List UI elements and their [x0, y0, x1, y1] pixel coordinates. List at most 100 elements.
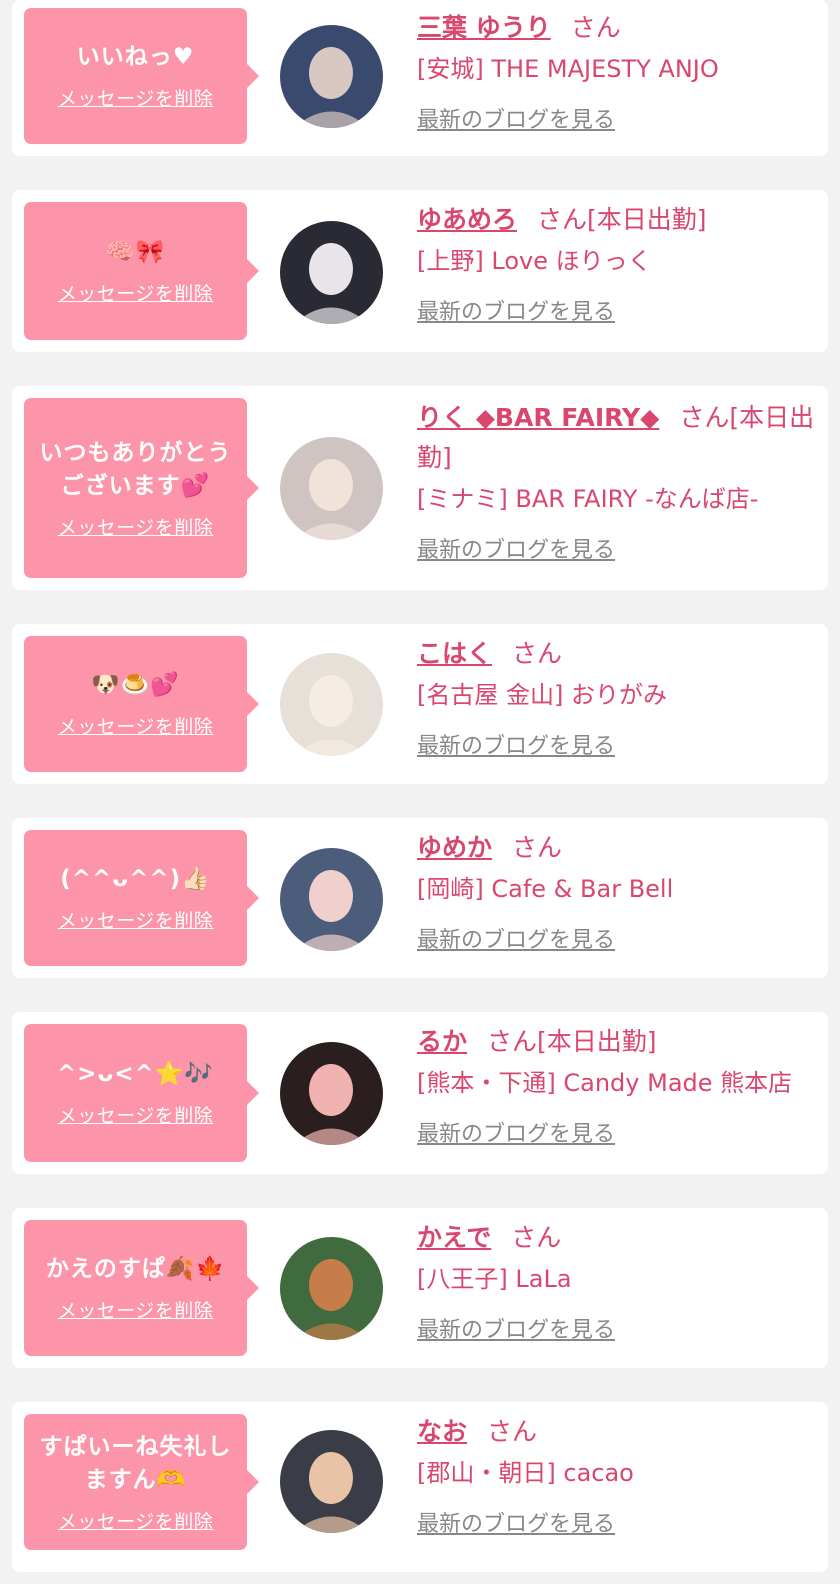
shop-name: cacao: [563, 1459, 634, 1487]
avatar-photo: [280, 25, 383, 128]
delete-message-link[interactable]: メッセージを削除: [58, 1101, 214, 1128]
cast-name-link[interactable]: かえで: [417, 1223, 491, 1252]
latest-blog-link[interactable]: 最新のブログを見る: [417, 922, 615, 954]
name-line: なお さん: [417, 1412, 822, 1452]
latest-blog-link[interactable]: 最新のブログを見る: [417, 1312, 615, 1344]
delete-message-link[interactable]: メッセージを削除: [58, 1296, 214, 1323]
shop-line: [郡山・朝日] cacao: [417, 1456, 822, 1490]
latest-blog-link[interactable]: 最新のブログを見る: [417, 294, 615, 326]
cast-info: ゆめか さん [岡崎] Cafe & Bar Bell 最新のブログを見る: [417, 828, 822, 954]
honorific: さん: [537, 205, 588, 234]
message-text: いいねっ♥: [76, 44, 195, 70]
cast-name-link[interactable]: こはく: [417, 639, 492, 668]
shop-name: BAR FAIRY -なんば店-: [515, 485, 759, 513]
working-today-label: [本日出勤]: [537, 1027, 657, 1056]
message-text: すぱいーね失礼し ますん🫶: [39, 1433, 232, 1493]
honorific: さん: [512, 639, 563, 668]
shop-line: [八王子] LaLa: [417, 1262, 822, 1296]
name-line: りく ◆BAR FAIRY◆ さん[本日出勤]: [417, 398, 822, 478]
area-label: [熊本・下通]: [417, 1069, 556, 1097]
list-item: ^>ᴗ<^⭐🎶 メッセージを削除 るか さん[本日出勤] [熊本・下通] Candy M…: [12, 1012, 828, 1174]
shop-name: LaLa: [515, 1265, 572, 1293]
shop-name: Love ほりっく: [491, 247, 652, 275]
name-line: るか さん[本日出勤]: [417, 1022, 822, 1062]
message-text: かえのすぱ🍂🍁: [45, 1256, 226, 1282]
delete-message-link[interactable]: メッセージを削除: [58, 513, 214, 540]
latest-blog-link[interactable]: 最新のブログを見る: [417, 728, 615, 760]
message-text: 🐶🍮💕: [91, 672, 180, 698]
honorific: さん: [512, 833, 563, 862]
latest-blog-link[interactable]: 最新のブログを見る: [417, 102, 615, 134]
area-label: [岡崎]: [417, 875, 484, 903]
name-line: かえで さん: [417, 1218, 822, 1258]
avatar[interactable]: [280, 848, 383, 951]
avatar[interactable]: [280, 653, 383, 756]
shop-line: [ミナミ] BAR FAIRY -なんば店-: [417, 482, 822, 516]
honorific: さん: [679, 403, 730, 432]
delete-message-link[interactable]: メッセージを削除: [58, 84, 214, 111]
shop-name: THE MAJESTY ANJO: [491, 55, 719, 83]
cast-info: なお さん [郡山・朝日] cacao 最新のブログを見る: [417, 1412, 822, 1538]
cast-name-link[interactable]: ゆめか: [417, 833, 492, 862]
avatar-photo: [280, 221, 383, 324]
list-item: かえのすぱ🍂🍁 メッセージを削除 かえで さん [八王子] LaLa 最新のブログを見る: [12, 1208, 828, 1368]
latest-blog-link[interactable]: 最新のブログを見る: [417, 1506, 615, 1538]
message-bubble: ^>ᴗ<^⭐🎶 メッセージを削除: [24, 1024, 259, 1162]
honorific: さん: [487, 1417, 538, 1446]
delete-message-link[interactable]: メッセージを削除: [58, 1507, 214, 1534]
avatar-photo: [280, 1237, 383, 1340]
delete-message-link[interactable]: メッセージを削除: [58, 906, 214, 933]
delete-message-link[interactable]: メッセージを削除: [58, 712, 214, 739]
list-item: 🧠🎀 メッセージを削除 ゆあめろ さん[本日出勤] [上野] Love ほりっく 最新のブ…: [12, 190, 828, 352]
honorific: さん: [570, 13, 621, 42]
cast-info: 三葉 ゆうり さん [安城] THE MAJESTY ANJO 最新のブログを見る: [417, 8, 822, 134]
cast-name-link[interactable]: るか: [417, 1027, 467, 1056]
area-label: [上野]: [417, 247, 484, 275]
shop-name: Cafe & Bar Bell: [491, 875, 674, 903]
name-line: ゆめか さん: [417, 828, 822, 868]
name-line: ゆあめろ さん[本日出勤]: [417, 200, 822, 240]
list-item: (^^ᴗ^^)👍🏻 メッセージを削除 ゆめか さん [岡崎] Cafe & Bar Be…: [12, 818, 828, 978]
cast-info: るか さん[本日出勤] [熊本・下通] Candy Made 熊本店最新のブログを見…: [417, 1022, 822, 1148]
message-text: (^^ᴗ^^)👍🏻: [60, 866, 211, 892]
working-today-label: [本日出勤]: [587, 205, 707, 234]
avatar-photo: [280, 848, 383, 951]
message-bubble: すぱいーね失礼し ますん🫶 メッセージを削除: [24, 1414, 259, 1550]
area-label: [ミナミ]: [417, 485, 508, 513]
cast-name-link[interactable]: なお: [417, 1417, 467, 1446]
avatar[interactable]: [280, 221, 383, 324]
name-line: こはく さん: [417, 634, 822, 674]
list-item: いつもありがとう ございます💕 メッセージを削除 りく ◆BAR FAIRY◆ さん […: [12, 386, 828, 590]
shop-line: [岡崎] Cafe & Bar Bell: [417, 872, 822, 906]
message-list: いいねっ♥ メッセージを削除 三葉 ゆうり さん [安城] THE MAJESTY AN…: [0, 0, 840, 1584]
message-bubble: いつもありがとう ございます💕 メッセージを削除: [24, 398, 259, 578]
avatar-photo: [280, 653, 383, 756]
avatar[interactable]: [280, 1042, 383, 1145]
cast-name-link[interactable]: 三葉 ゆうり: [417, 13, 551, 42]
delete-message-link[interactable]: メッセージを削除: [58, 279, 214, 306]
shop-line: [上野] Love ほりっく: [417, 244, 822, 278]
latest-blog-link[interactable]: 最新のブログを見る: [417, 532, 615, 564]
cast-info: かえで さん [八王子] LaLa 最新のブログを見る: [417, 1218, 822, 1344]
message-bubble: 🐶🍮💕 メッセージを削除: [24, 636, 259, 772]
cast-info: ゆあめろ さん[本日出勤] [上野] Love ほりっく 最新のブログを見る: [417, 200, 822, 326]
honorific: さん: [511, 1223, 562, 1252]
message-text: 🧠🎀: [105, 239, 166, 265]
avatar[interactable]: [280, 1430, 383, 1533]
message-text: ^>ᴗ<^⭐🎶: [56, 1061, 215, 1087]
list-item: 🐶🍮💕 メッセージを削除 こはく さん [名古屋 金山] おりがみ 最新のブログを見る: [12, 624, 828, 784]
latest-blog-link[interactable]: 最新のブログを見る: [417, 1116, 615, 1148]
shop-name: Candy Made 熊本店: [563, 1069, 793, 1097]
avatar[interactable]: [280, 437, 383, 540]
list-item: すぱいーね失礼し ますん🫶 メッセージを削除 なお さん [郡山・朝日] cacao 最新…: [12, 1402, 828, 1572]
shop-line: [名古屋 金山] おりがみ: [417, 678, 822, 712]
avatar[interactable]: [280, 1237, 383, 1340]
cast-name-link[interactable]: ゆあめろ: [417, 205, 517, 234]
area-label: [名古屋 金山]: [417, 681, 564, 709]
avatar[interactable]: [280, 25, 383, 128]
area-label: [郡山・朝日]: [417, 1459, 556, 1487]
message-bubble: 🧠🎀 メッセージを削除: [24, 202, 259, 340]
cast-name-link[interactable]: りく ◆BAR FAIRY◆: [417, 403, 659, 432]
shop-line: [安城] THE MAJESTY ANJO: [417, 52, 822, 86]
message-bubble: かえのすぱ🍂🍁 メッセージを削除: [24, 1220, 259, 1356]
